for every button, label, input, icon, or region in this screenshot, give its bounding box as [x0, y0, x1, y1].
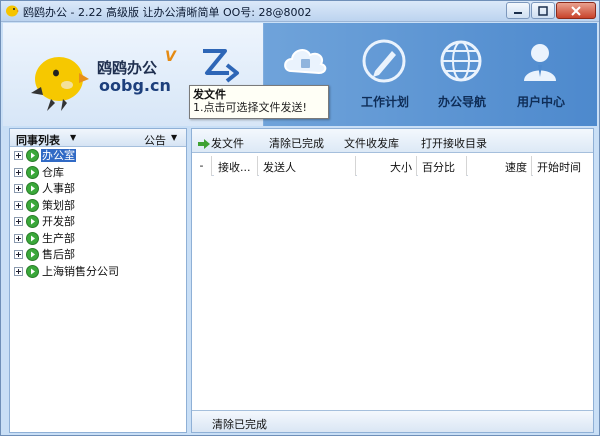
pen-icon [362, 39, 406, 83]
notice-dropdown-icon[interactable]: ▼ [171, 133, 177, 142]
department-item[interactable]: 售后部 [10, 247, 186, 264]
expand-icon[interactable] [14, 151, 23, 160]
group-status-icon [26, 264, 39, 278]
department-label: 开发部 [42, 215, 75, 228]
send-file-shortcut[interactable] [191, 39, 251, 89]
user-icon [524, 44, 556, 81]
maximize-icon [538, 5, 548, 16]
statusbar-clear-completed[interactable]: 清除已完成 [212, 416, 267, 432]
department-label: 仓库 [42, 165, 64, 179]
department-tree: 办公室仓库人事部策划部开发部生产部售后部上海销售分公司 [10, 147, 186, 280]
send-file-label: 发文件 [211, 137, 244, 150]
transfer-statusbar: 清除已完成 [192, 410, 593, 432]
column-header-sender[interactable]: 发送人 [259, 156, 356, 176]
group-status-icon [26, 198, 39, 212]
department-item[interactable]: 办公室 [10, 148, 186, 165]
department-label: 上海销售分公司 [42, 264, 119, 278]
green-arrow-icon [198, 139, 210, 149]
column-header-receiver[interactable]: 接收... [214, 156, 258, 176]
expand-icon[interactable] [14, 233, 23, 243]
tooltip-body: 1.点击可选择文件发送! [193, 101, 307, 114]
group-status-icon [26, 231, 39, 245]
maximize-button[interactable] [531, 2, 555, 19]
colleague-list-tab[interactable]: 同事列表 [16, 132, 60, 148]
nav-label-office-navigation: 办公导航 [437, 95, 486, 109]
close-icon [571, 5, 581, 16]
column-header-size[interactable]: 大小 [357, 156, 417, 176]
close-button[interactable] [556, 2, 596, 19]
nav-label-work-plan: 工作计划 [360, 95, 409, 109]
cloud-icon [284, 49, 327, 75]
send-file-icon [203, 49, 239, 83]
logo-name: 鸥鸥办公 [97, 59, 158, 77]
column-header-percent[interactable]: 百分比 [418, 156, 467, 176]
window-controls [506, 2, 596, 19]
expand-icon[interactable] [14, 217, 23, 226]
send-file-button[interactable]: 发文件 [198, 135, 244, 151]
logo-domain: oobg.cn [99, 76, 171, 95]
minimize-button[interactable] [506, 2, 530, 19]
bird-logo-icon [31, 57, 89, 111]
column-header-start-time[interactable]: 开始时间 [533, 156, 593, 176]
open-receive-folder-button[interactable]: 打开接收目录 [421, 135, 487, 151]
department-item[interactable]: 仓库 [10, 165, 186, 182]
transfer-grid-body[interactable] [192, 178, 593, 410]
nav-label-user-center: 用户中心 [516, 95, 565, 109]
group-status-icon [26, 182, 39, 195]
colleague-dropdown-icon[interactable]: ▼ [70, 133, 76, 142]
expand-icon[interactable] [14, 184, 23, 193]
group-status-icon [26, 165, 39, 179]
title-bar[interactable]: 鸥鸥办公 - 2.22 高级版 让办公清晰简单 OO号: 28@8002 [1, 1, 599, 22]
clear-completed-button[interactable]: 清除已完成 [269, 135, 324, 151]
group-status-icon [26, 248, 39, 261]
tooltip-title: 发文件 [193, 88, 226, 101]
send-file-tooltip: 发文件 1.点击可选择文件发送! [189, 85, 329, 119]
window-title: 鸥鸥办公 - 2.22 高级版 让办公清晰简单 OO号: 28@8002 [23, 6, 312, 19]
department-label: 售后部 [42, 248, 75, 261]
nav-work-plan[interactable]: 工作计划 [346, 23, 424, 126]
department-item[interactable]: 人事部 [10, 181, 186, 198]
app-logo-icon [6, 5, 19, 17]
logo-version-mark: V [165, 49, 176, 65]
app-window: 鸥鸥办公 - 2.22 高级版 让办公清晰简单 OO号: 28@8002 鸥鸥办… [0, 0, 600, 436]
expand-icon[interactable] [14, 266, 23, 276]
colleague-panel-header: 同事列表 ▼ 公告 ▼ [10, 129, 186, 147]
transfer-toolbar: 发文件 清除已完成 文件收发库 打开接收目录 [192, 129, 593, 153]
department-item[interactable]: 策划部 [10, 198, 186, 215]
department-label: 策划部 [42, 198, 75, 212]
expand-icon[interactable] [14, 167, 23, 177]
department-item[interactable]: 上海销售分公司 [10, 264, 186, 281]
colleague-panel: 同事列表 ▼ 公告 ▼ 办公室仓库人事部策划部开发部生产部售后部上海销售分公司 [9, 128, 187, 433]
department-item[interactable]: 生产部 [10, 231, 186, 248]
group-status-icon [26, 215, 39, 228]
minimize-icon [514, 11, 522, 14]
notice-tab[interactable]: 公告 [144, 132, 166, 148]
expand-icon[interactable] [14, 250, 23, 259]
department-item[interactable]: 开发部 [10, 214, 186, 231]
department-label: 人事部 [42, 182, 75, 195]
transfer-panel: 发文件 清除已完成 文件收发库 打开接收目录 - 接收... 发送人 大小 百分… [191, 128, 594, 433]
department-label: 办公室 [41, 149, 76, 162]
file-box-button[interactable]: 文件收发库 [344, 135, 399, 151]
globe-icon [440, 40, 482, 82]
expand-icon[interactable] [14, 200, 23, 210]
transfer-grid-header: - 接收... 发送人 大小 百分比 速度 开始时间 [192, 156, 593, 176]
column-header-speed[interactable]: 速度 [468, 156, 532, 176]
department-label: 生产部 [42, 231, 75, 245]
nav-office-navigation[interactable]: 办公导航 [423, 23, 501, 126]
group-status-icon [26, 149, 39, 162]
nav-user-center[interactable]: 用户中心 [502, 23, 580, 126]
column-header-status[interactable]: - [192, 156, 212, 176]
